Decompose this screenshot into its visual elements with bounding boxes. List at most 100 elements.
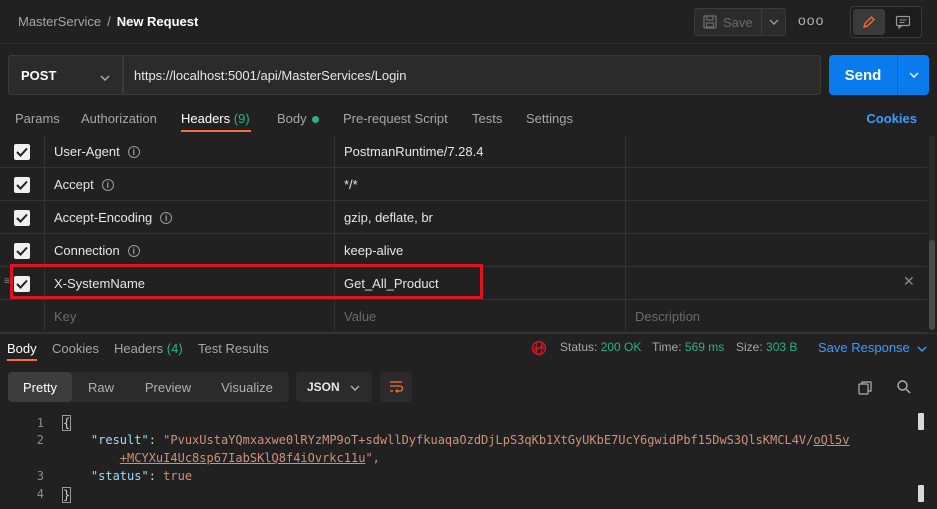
header-key-text: Connection: [54, 243, 120, 258]
save-label: Save: [723, 14, 753, 30]
header-value[interactable]: keep-alive: [334, 234, 625, 267]
header-description[interactable]: [625, 267, 927, 300]
save-response-button[interactable]: Save Response: [818, 340, 927, 355]
edit-mode-button[interactable]: [853, 9, 885, 35]
tab-authorization[interactable]: Authorization: [81, 111, 157, 126]
drag-handle-icon[interactable]: ≡: [4, 276, 10, 287]
header-description[interactable]: [625, 234, 927, 267]
line-number: 1: [36, 416, 44, 430]
row-checkbox-cell: [0, 201, 44, 234]
time-value[interactable]: 569 ms: [685, 340, 724, 354]
save-dropdown-button[interactable]: [762, 8, 786, 36]
tab-body[interactable]: Body: [277, 111, 319, 126]
send-button[interactable]: Send: [829, 55, 897, 95]
active-tab-indicator: [181, 130, 251, 132]
send-dropdown-button[interactable]: [897, 55, 929, 95]
documentation-mode-button[interactable]: [888, 9, 918, 35]
tab-headers[interactable]: Headers (9): [181, 111, 250, 126]
header-key[interactable]: Accept i: [44, 168, 334, 201]
tab-response-headers[interactable]: Headers (4): [114, 341, 183, 356]
wrap-lines-icon: [390, 381, 404, 393]
preview-button[interactable]: Preview: [132, 372, 204, 402]
wrap-lines-button[interactable]: [380, 372, 412, 402]
save-button[interactable]: Save: [694, 8, 762, 36]
visualize-button[interactable]: Visualize: [208, 372, 286, 402]
header-value[interactable]: */*: [334, 168, 625, 201]
new-key-input[interactable]: Key: [44, 300, 334, 333]
header-description[interactable]: [625, 201, 927, 234]
url-input[interactable]: https://localhost:5001/api/MasterService…: [123, 55, 821, 95]
check-icon: [16, 213, 28, 223]
method-select[interactable]: POST: [8, 55, 123, 95]
globe-icon[interactable]: [531, 340, 547, 359]
row-checkbox-cell: [0, 300, 44, 333]
cookies-link[interactable]: Cookies: [866, 111, 917, 126]
header-description[interactable]: [625, 168, 927, 201]
breadcrumb-collection[interactable]: MasterService: [18, 14, 101, 29]
row-checkbox[interactable]: [14, 209, 30, 226]
tab-response-cookies[interactable]: Cookies: [52, 341, 99, 356]
json-string-link[interactable]: oQl5v: [813, 433, 849, 447]
json-key: "result": [90, 433, 149, 447]
header-key[interactable]: Connection i: [44, 234, 334, 267]
code-line: +MCYXuI4Uc8sp67IabSKlQ8f4iOvrkc11u",: [62, 451, 380, 465]
header-value[interactable]: PostmanRuntime/7.28.4: [334, 135, 625, 168]
table-row: User-Agent i PostmanRuntime/7.28.4: [0, 135, 927, 168]
delete-row-icon[interactable]: ✕: [903, 273, 915, 290]
header-value[interactable]: gzip, deflate, br: [334, 201, 625, 234]
info-icon[interactable]: i: [101, 178, 114, 191]
table-row: Connection i keep-alive: [0, 234, 927, 267]
save-response-label: Save Response: [818, 340, 910, 355]
status-value[interactable]: 200 OK: [601, 340, 642, 354]
table-scrollbar-thumb[interactable]: [929, 240, 935, 330]
code-line: "status": true: [90, 469, 193, 483]
tab-tests[interactable]: Tests: [472, 111, 502, 126]
info-icon[interactable]: i: [160, 211, 173, 224]
header-description[interactable]: [625, 135, 927, 168]
tab-test-results[interactable]: Test Results: [198, 341, 269, 356]
tab-params[interactable]: Params: [15, 111, 60, 126]
json-key: "status": [90, 469, 149, 483]
header-key[interactable]: Accept-Encoding i: [44, 201, 334, 234]
row-checkbox[interactable]: [14, 143, 30, 160]
info-icon[interactable]: i: [127, 145, 140, 158]
response-format-select[interactable]: JSON: [296, 372, 372, 402]
status-indicator: Status: 200 OK: [560, 340, 641, 354]
row-checkbox[interactable]: [14, 242, 30, 259]
more-options-button[interactable]: ooo: [798, 12, 824, 28]
tab-prerequest-script[interactable]: Pre-request Script: [343, 111, 448, 126]
new-value-input[interactable]: Value: [334, 300, 625, 333]
header-key[interactable]: User-Agent i: [44, 135, 334, 168]
tab-response-body[interactable]: Body: [7, 341, 37, 356]
json-string-link[interactable]: +MCYXuI4Uc8sp67IabSKlQ8f4iOvrkc11u: [120, 451, 366, 465]
pretty-button[interactable]: Pretty: [8, 372, 72, 402]
tab-response-headers-label: Headers: [114, 341, 164, 356]
copy-icon[interactable]: [857, 380, 873, 399]
pencil-icon: [863, 16, 875, 28]
code-scrollbar-thumb[interactable]: [918, 413, 924, 430]
line-number: 2: [36, 433, 44, 447]
tab-settings[interactable]: Settings: [526, 111, 573, 126]
table-row: Accept i */*: [0, 168, 927, 201]
request-name[interactable]: New Request: [117, 14, 199, 29]
status-label: Status:: [560, 340, 598, 354]
header-key-text: User-Agent: [54, 144, 120, 159]
json-boolean: true: [163, 469, 193, 483]
new-description-input[interactable]: Description: [625, 300, 927, 333]
json-string: ",: [365, 451, 380, 465]
row-checkbox-cell: [0, 135, 44, 168]
info-icon[interactable]: i: [127, 244, 140, 257]
comment-icon: [895, 15, 911, 29]
code-scrollbar-thumb-bottom[interactable]: [918, 485, 924, 502]
time-label: Time:: [652, 340, 682, 354]
response-format-label: JSON: [307, 380, 340, 394]
row-checkbox[interactable]: [14, 176, 30, 193]
open-brace: {: [62, 415, 72, 431]
size-value[interactable]: 303 B: [766, 340, 797, 354]
raw-button[interactable]: Raw: [74, 372, 128, 402]
search-icon[interactable]: [896, 379, 912, 398]
row-checkbox-cell: [0, 234, 44, 267]
table-row: Accept-Encoding i gzip, deflate, br: [0, 201, 927, 234]
response-body-viewer[interactable]: 1 2 3 4 { "result": "PvuxUstaYQmxaxwe0lR…: [0, 410, 930, 509]
breadcrumb-separator: /: [107, 14, 111, 29]
